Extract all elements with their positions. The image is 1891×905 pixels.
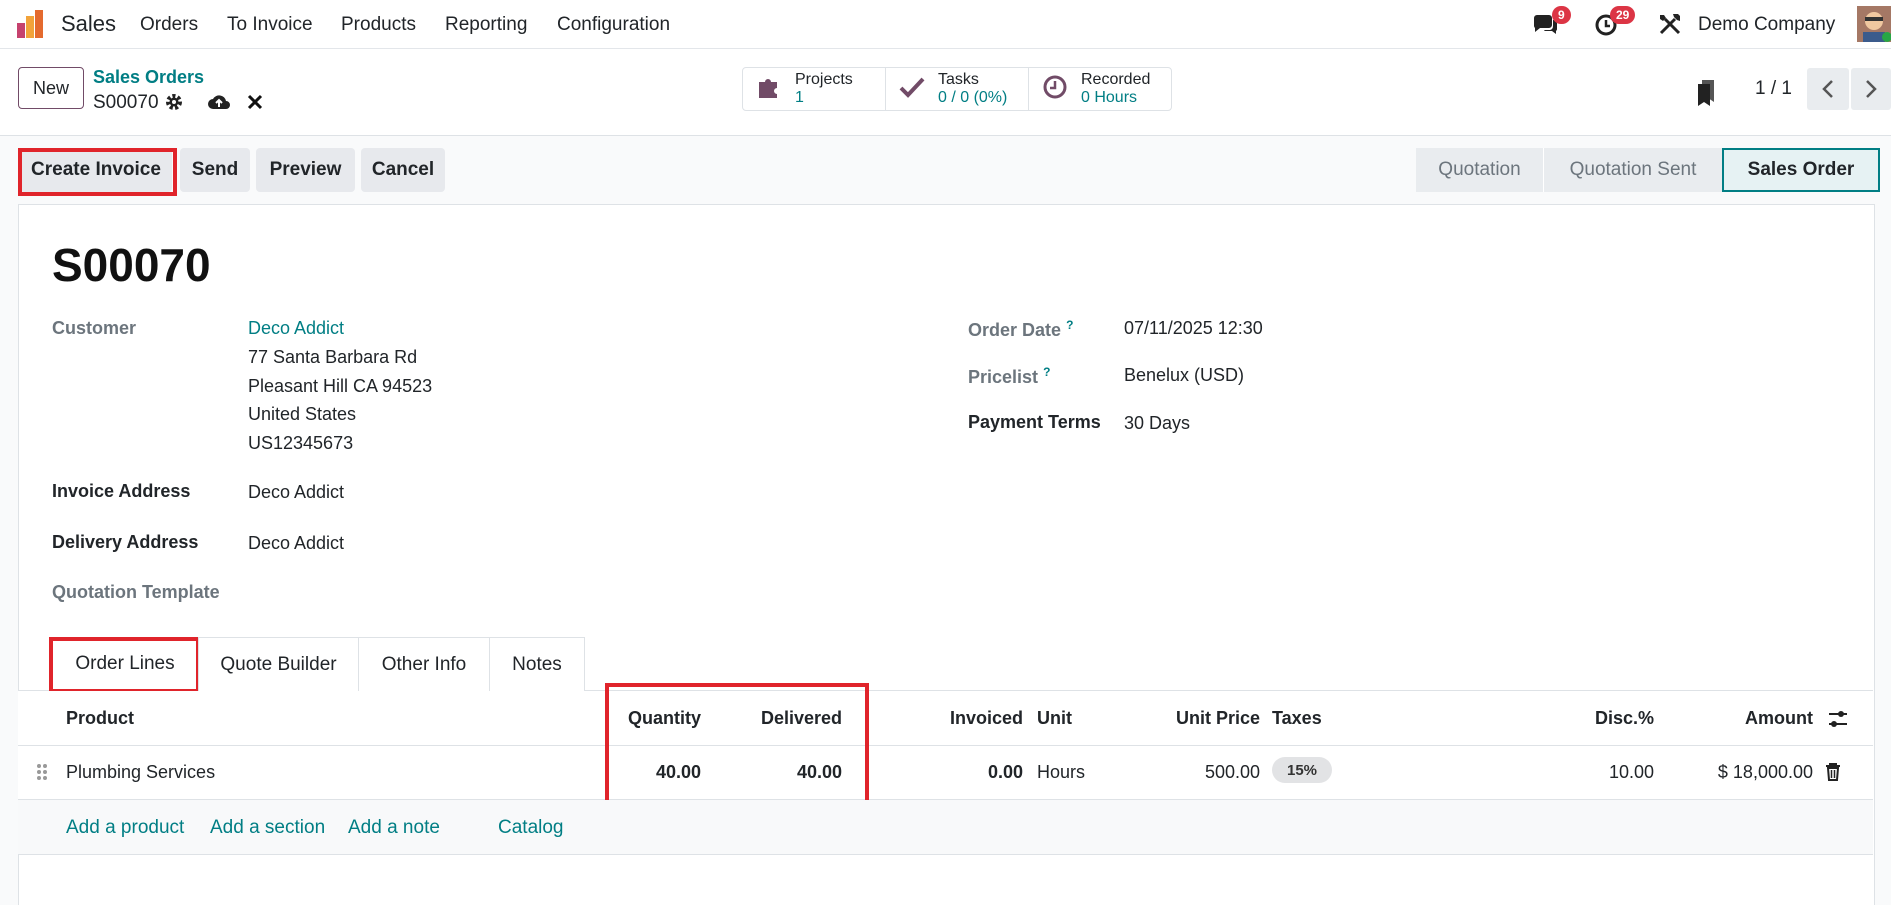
delivery-address-label: Delivery Address (52, 532, 199, 552)
address-line-2: Pleasant Hill CA 94523 (248, 376, 433, 396)
order-date-field[interactable]: 07/11/2025 12:30 (1124, 318, 1263, 339)
delivery-address-field[interactable]: Deco Addict (248, 533, 344, 554)
menu-to-invoice[interactable]: To Invoice (227, 14, 313, 36)
row-quantity[interactable]: 40.00 (600, 762, 701, 783)
discard-close-icon[interactable] (247, 94, 263, 110)
payment-terms-field[interactable]: 30 Days (1124, 413, 1190, 434)
cancel-button[interactable]: Cancel (361, 148, 445, 192)
status-sales-order[interactable]: Sales Order (1722, 148, 1880, 192)
row-unit-price[interactable]: 500.00 (1150, 762, 1260, 783)
help-tooltip-icon[interactable]: ? (1043, 365, 1050, 379)
create-invoice-button[interactable]: Create Invoice (20, 148, 172, 192)
row-tax-badge[interactable]: 15% (1272, 757, 1332, 783)
tab-notes[interactable]: Notes (489, 637, 585, 691)
quotation-template-field[interactable] (248, 578, 548, 606)
recorded-value: 0 Hours (1081, 89, 1138, 106)
order-date-label: Order Date ? (968, 318, 1074, 340)
activities-badge: 29 (1610, 6, 1636, 24)
send-button[interactable]: Send (180, 148, 250, 192)
invoice-address-label: Invoice Address (52, 481, 191, 501)
catalog-link[interactable]: Catalog (498, 817, 564, 839)
help-tooltip-icon[interactable]: ? (1066, 318, 1073, 332)
user-avatar[interactable] (1857, 6, 1891, 42)
menu-configuration[interactable]: Configuration (557, 14, 670, 36)
payment-terms-label: Payment Terms (968, 412, 1101, 432)
trash-icon[interactable] (1825, 762, 1841, 782)
puzzle-icon (755, 73, 785, 106)
col-amount[interactable]: Amount (1700, 708, 1813, 729)
bookmark-icon[interactable] (1696, 78, 1718, 106)
pricelist-field[interactable]: Benelux (USD) (1124, 365, 1244, 386)
col-taxes[interactable]: Taxes (1272, 708, 1322, 729)
row-invoiced[interactable]: 0.00 (920, 762, 1023, 783)
pager-previous-button[interactable] (1807, 68, 1849, 110)
status-quotation[interactable]: Quotation (1416, 148, 1544, 192)
tab-quote-builder[interactable]: Quote Builder (198, 637, 359, 691)
add-section-link[interactable]: Add a section (210, 817, 325, 839)
address-line-3: United States (248, 404, 357, 424)
chevron-right-icon (1866, 80, 1877, 98)
company-switcher[interactable]: Demo Company (1698, 14, 1835, 36)
recorded-hours-stat-button[interactable]: Recorded 0 Hours (1028, 67, 1172, 111)
clock-icon (1041, 73, 1071, 106)
projects-label: Projects (795, 71, 853, 88)
row-unit[interactable]: Hours (1037, 762, 1085, 783)
col-delivered[interactable]: Delivered (740, 708, 842, 729)
col-product[interactable]: Product (66, 708, 134, 729)
recorded-label: Recorded (1081, 71, 1151, 88)
messages-badge: 9 (1552, 6, 1571, 24)
address-vat: US12345673 (248, 433, 354, 453)
menu-products[interactable]: Products (341, 14, 416, 36)
add-product-link[interactable]: Add a product (66, 817, 184, 839)
preview-button[interactable]: Preview (256, 148, 355, 192)
status-quotation-sent[interactable]: Quotation Sent (1544, 148, 1722, 192)
breadcrumb-sales-orders[interactable]: Sales Orders (93, 67, 204, 88)
chevron-left-icon (1822, 80, 1833, 98)
quotation-template-label: Quotation Template (52, 582, 220, 602)
pager-value[interactable]: 1 / 1 (1755, 78, 1792, 100)
row-product[interactable]: Plumbing Services (66, 762, 215, 783)
projects-stat-button[interactable]: Projects 1 (742, 67, 886, 111)
projects-value: 1 (795, 89, 804, 106)
drag-handle-icon[interactable] (36, 762, 48, 782)
customer-name-link[interactable]: Deco Addict (248, 318, 344, 339)
invoice-address-field[interactable]: Deco Addict (248, 482, 344, 503)
menu-orders[interactable]: Orders (140, 14, 198, 36)
col-unit[interactable]: Unit (1037, 708, 1072, 729)
row-amount: $ 18,000.00 (1717, 762, 1813, 782)
customer-label: Customer (52, 318, 137, 338)
col-invoiced[interactable]: Invoiced (920, 708, 1023, 729)
tab-other-info[interactable]: Other Info (358, 637, 490, 691)
col-unit-price[interactable]: Unit Price (1150, 708, 1260, 729)
pricelist-label: Pricelist ? (968, 365, 1051, 387)
col-quantity[interactable]: Quantity (600, 708, 701, 729)
tasks-value: 0 / 0 (0%) (938, 89, 1008, 106)
tasks-label: Tasks (938, 71, 979, 88)
status-bar: Quotation Quotation Sent Sales Order (1416, 148, 1880, 192)
new-button[interactable]: New (18, 67, 84, 109)
row-delivered[interactable]: 40.00 (740, 762, 842, 783)
gear-icon[interactable] (164, 92, 184, 112)
add-note-link[interactable]: Add a note (348, 817, 440, 839)
tasks-stat-button[interactable]: Tasks 0 / 0 (0%) (885, 67, 1029, 111)
optional-columns-sliders-icon[interactable] (1827, 708, 1849, 730)
top-navbar: Sales Orders To Invoice Products Reporti… (0, 0, 1891, 49)
breadcrumb-current-record: S00070 (93, 92, 159, 113)
address-line-1: 77 Santa Barbara Rd (248, 347, 418, 367)
tab-order-lines[interactable]: Order Lines (52, 637, 198, 691)
pager-next-button[interactable] (1851, 68, 1891, 110)
row-discount[interactable]: 10.00 (1560, 762, 1654, 783)
page-title: S00070 (52, 239, 211, 291)
cloud-save-icon[interactable] (207, 92, 231, 112)
col-discount[interactable]: Disc.% (1560, 708, 1654, 729)
app-name[interactable]: Sales (61, 11, 116, 37)
checkmark-icon (898, 73, 928, 106)
menu-reporting[interactable]: Reporting (445, 14, 527, 36)
sales-app-icon[interactable] (16, 9, 46, 39)
tools-icon[interactable] (1656, 10, 1684, 38)
